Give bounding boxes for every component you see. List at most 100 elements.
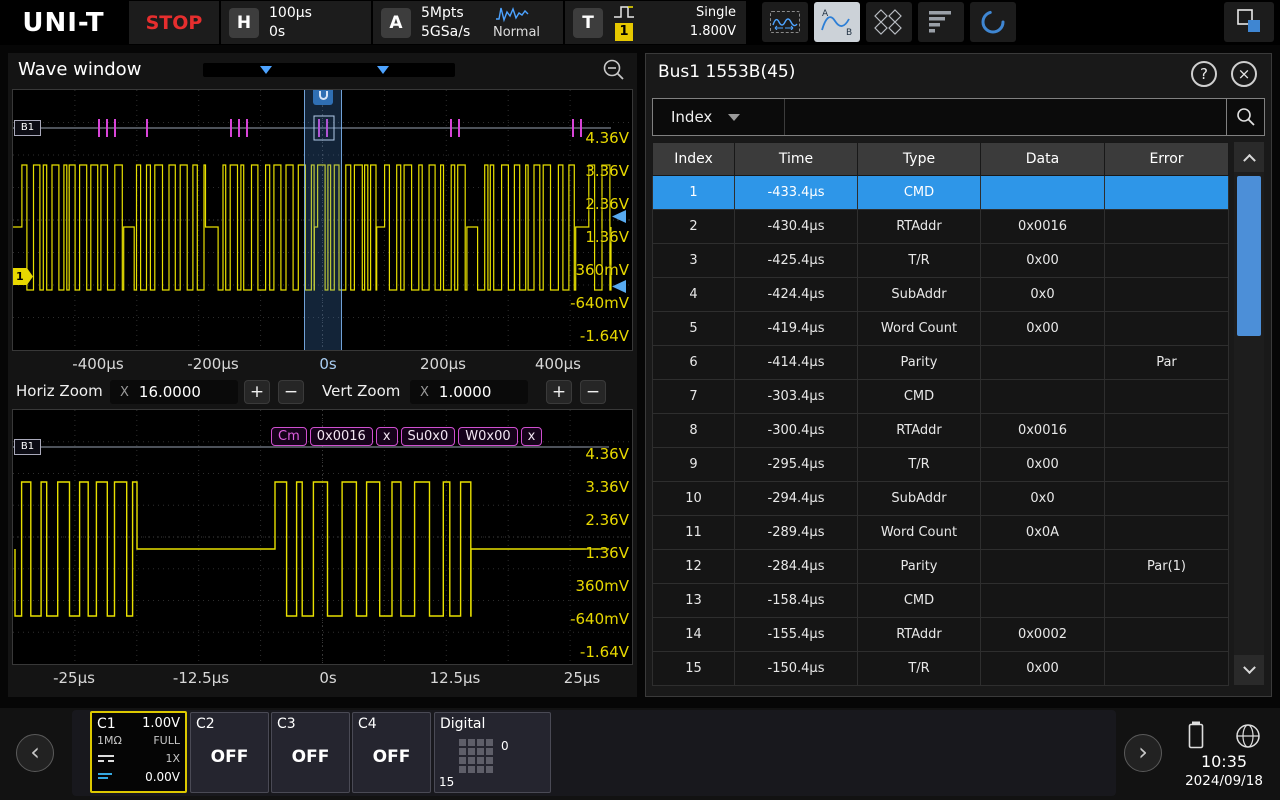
cell: T/R [858,448,981,482]
channel-status-bar: ‹ C1 1.00V 1MΩ FULL 1X 0.00V C2 OFF C3 O… [0,708,1280,800]
digital-channels-button[interactable]: Digital 0 15 [434,712,551,793]
cell: 0x0016 [981,210,1105,244]
table-row[interactable]: 14-155.4µsRTAddr0x0002 [653,618,1229,652]
table-row[interactable]: 3-425.4µsT/R0x00 [653,244,1229,278]
cell: -430.4µs [735,210,858,244]
cell: RTAddr [858,210,981,244]
col-header: Error [1105,143,1229,176]
network-globe-icon[interactable] [1234,722,1262,754]
table-row[interactable]: 1-433.4µsCMD [653,176,1229,210]
x-label: -400µs [72,355,123,373]
search-input[interactable] [785,99,1226,135]
v-scale-label: -640mV [570,294,629,312]
record-position-bar[interactable] [203,63,455,77]
filter-dropdown[interactable]: Index [653,99,785,135]
uni-t-logo: UNI-T [0,1,127,44]
horizontal-settings-button[interactable]: H 100µs 0s [221,1,371,44]
chevron-up-icon [1243,153,1256,166]
acquire-mode-value: Normal [493,25,540,40]
zoom-window-region[interactable] [304,90,342,350]
search-button[interactable] [1226,99,1264,135]
table-row[interactable]: 7-303.4µsCMD [653,380,1229,414]
vert-zoom-plus-button[interactable]: + [546,380,572,404]
v-scale-label: 1.36V [585,228,629,246]
busy-spinner-button[interactable] [970,2,1016,42]
close-button[interactable]: × [1231,61,1257,87]
channel-c2-button[interactable]: C2 OFF [190,712,269,793]
trigger-key: T [573,8,603,38]
cell: CMD [858,176,981,210]
table-row[interactable]: 6-414.4µsParityPar [653,346,1229,380]
table-row[interactable]: 10-294.4µsSubAddr0x0 [653,482,1229,516]
horiz-zoom-plus-button[interactable]: + [244,380,270,404]
table-row[interactable]: 5-419.4µsWord Count0x00 [653,312,1229,346]
vert-zoom-minus-button[interactable]: − [580,380,606,404]
scroll-thumb[interactable] [1237,176,1261,336]
cell: -158.4µs [735,584,858,618]
scroll-up-button[interactable] [1234,142,1264,172]
bus-decode-panel: Bus1 1553B(45) ? × Index Index Time Type… [645,53,1272,697]
cell [981,176,1105,210]
table-row[interactable]: 11-289.4µsWord Count0x0A [653,516,1229,550]
trigger-settings-button[interactable]: T 1 Single 1.800V [565,1,746,44]
table-row[interactable]: 9-295.4µsT/R0x00 [653,448,1229,482]
run-stop-button[interactable]: STOP [129,1,219,44]
v-scale-label: 4.36V [585,129,629,147]
table-row[interactable]: 15-150.4µsT/R0x00 [653,652,1229,686]
zoomed-waveform-plot[interactable]: Cm 0x0016 x Su0x0 W0x00 x B1 4.36V 3.36V… [12,409,633,665]
table-scrollbar[interactable] [1234,142,1264,685]
decode-field: x [521,427,543,446]
cell: 2 [653,210,735,244]
channel-c4-button[interactable]: C4 OFF [352,712,431,793]
bus1-tag[interactable]: B1 [14,439,41,455]
cell: 14 [653,618,735,652]
cell: SubAddr [858,482,981,516]
scroll-down-button[interactable] [1234,655,1264,685]
display-layout-button[interactable] [1224,2,1274,42]
cell: 10 [653,482,735,516]
cell: RTAddr [858,618,981,652]
col-header: Time [735,143,858,176]
next-page-button[interactable]: › [1124,734,1162,772]
table-row[interactable]: 13-158.4µsCMD [653,584,1229,618]
zoom-window-handle[interactable] [313,90,333,105]
acquire-settings-button[interactable]: A 5Mpts 5GSa/s Normal [373,1,563,44]
chevron-down-icon [728,114,740,121]
filter-dropdown-value: Index [671,108,712,126]
v-scale-label: 4.36V [585,445,629,463]
v-scale-label: -640mV [570,610,629,628]
horiz-zoom-value-box[interactable]: X 16.0000 [110,380,238,404]
cell: Par [1105,346,1229,380]
table-row[interactable]: 8-300.4µsRTAddr0x0016 [653,414,1229,448]
xy-mesh-display-button[interactable] [866,2,912,42]
table-row[interactable]: 2-430.4µsRTAddr0x0016 [653,210,1229,244]
horiz-zoom-minus-button[interactable]: − [278,380,304,404]
bus-panel-title: Bus1 1553B(45) [658,62,795,82]
sample-rate-value: 5GSa/s [421,24,470,40]
cell: Parity [858,550,981,584]
bus1-tag[interactable]: B1 [14,120,41,136]
cell: 4 [653,278,735,312]
v-scale-label: 360mV [575,577,629,595]
display-layout-icon [1234,7,1264,37]
digital-last: 15 [439,775,454,789]
cell: Word Count [858,516,981,550]
digital-first: 0 [501,739,509,753]
table-row[interactable]: 12-284.4µsParityPar(1) [653,550,1229,584]
help-button[interactable]: ? [1191,61,1217,87]
main-waveform-plot[interactable]: B1 1 4.36V 3.36V 2.36V 1.36V 360mV -640m… [12,89,633,351]
channel-offset: 0.00V [145,770,180,784]
channel-c3-button[interactable]: C3 OFF [271,712,350,793]
ab-compare-button[interactable]: A B [814,2,860,42]
histogram-display-button[interactable] [918,2,964,42]
wave-inspect-tool-button[interactable] [762,2,808,42]
prev-page-button[interactable]: ‹ [16,734,54,772]
table-row[interactable]: 4-424.4µsSubAddr0x0 [653,278,1229,312]
channel-probe: 1X [165,752,180,765]
vert-zoom-value-box[interactable]: X 1.0000 [410,380,528,404]
cell: 0x0 [981,278,1105,312]
cell: -294.4µs [735,482,858,516]
cell: -295.4µs [735,448,858,482]
zoom-out-icon[interactable] [601,57,627,87]
channel-c1-button[interactable]: C1 1.00V 1MΩ FULL 1X 0.00V [90,711,187,793]
